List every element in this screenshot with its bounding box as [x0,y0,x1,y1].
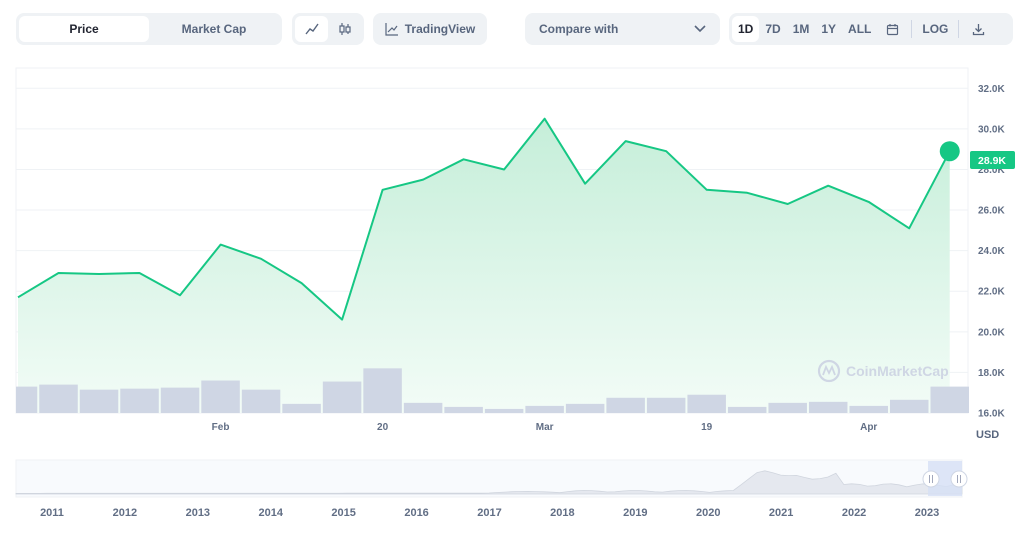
y-tick-label: 20.0K [978,327,1005,338]
navigator-handle-right[interactable] [950,470,968,488]
download-icon [972,23,985,35]
candlestick-button[interactable] [328,16,361,42]
volume-bar [444,406,483,413]
tradingview-button[interactable]: TradingView [373,13,487,45]
volume-bar [606,397,645,413]
volume-bar [930,386,969,413]
tradingview-label: TradingView [404,22,476,36]
y-tick-label: 22.0K [978,287,1005,298]
x-tick-label: Mar [536,422,554,433]
y-tick-label: 16.0K [978,409,1005,420]
price-tag: 28.9K [970,151,1015,169]
range-all-button[interactable]: ALL [842,16,877,42]
navigator-tick-label: 2011 [40,507,64,519]
currency-label: USD [976,429,1000,441]
navigator-tick-label: 2019 [623,507,647,519]
navigator-tick-label: 2014 [259,507,284,519]
chevron-down-icon [694,25,706,33]
log-scale-button[interactable]: LOG [916,16,954,42]
range-1y-button[interactable]: 1Y [815,16,842,42]
current-price-dot[interactable] [939,141,960,162]
volume-bar [79,389,119,413]
divider [958,20,960,38]
chart-mode-toggle [292,13,364,45]
y-axis: 32.0K30.0K28.0K26.0K24.0K22.0K20.0K18.0K… [978,84,1005,420]
navigator-tick-label: 2013 [186,507,210,519]
x-tick-label: Feb [212,422,230,433]
tab-market-cap[interactable]: Market Cap [149,16,279,42]
compare-with-dropdown[interactable]: Compare with [525,13,720,45]
price-tag-label: 28.9K [978,155,1006,167]
range-7d-button[interactable]: 7D [759,16,786,42]
x-tick-label: Apr [860,422,877,433]
navigator-tick-label: 2017 [477,507,501,519]
navigator-axis: 2011 2012 2013 2014 2015 2016 2017 2018 2019 2020… [40,507,939,519]
volume-bar [889,399,929,413]
volume-bar [484,408,524,413]
line-chart-icon [304,23,319,35]
navigator-tick-label: 2023 [915,507,939,519]
volume-bar [363,368,402,413]
volume-bar [808,401,848,413]
y-tick-label: 18.0K [978,368,1005,379]
volume-bar [120,388,159,413]
y-tick-label: 24.0K [978,246,1005,257]
calendar-icon [886,23,898,35]
y-tick-label: 32.0K [978,84,1005,95]
volume-bar [403,402,443,413]
date-picker-button[interactable] [877,16,907,42]
volume-bar [687,394,726,413]
volume-bar [39,384,78,413]
price-area [18,118,950,413]
navigator-tick-label: 2016 [404,507,428,519]
tab-price[interactable]: Price [19,16,149,42]
volume-bar [727,406,767,413]
compare-label: Compare with [539,22,619,36]
range-1m-button[interactable]: 1M [787,16,816,42]
volume-bar [160,387,200,413]
price-chart[interactable]: 32.0K30.0K28.0K26.0K24.0K22.0K20.0K18.0K… [0,60,1017,526]
x-tick-label: 19 [701,422,713,433]
volume-bar [646,397,686,413]
navigator-tick-label: 2022 [842,507,866,519]
download-button[interactable] [963,16,993,42]
volume-bar [849,405,888,413]
y-tick-label: 26.0K [978,206,1005,217]
volume-bar [16,386,38,413]
x-axis: Feb20Mar19Apr15May19Jun15 [212,422,878,433]
divider [911,20,913,38]
line-chart-button[interactable] [295,16,328,42]
navigator-tick-label: 2020 [696,507,720,519]
tradingview-icon [385,23,398,36]
volume-bar [565,403,605,413]
volume-bar [241,389,281,413]
volume-bar [525,405,564,413]
range-1d-button[interactable]: 1D [732,16,760,42]
navigator-handle-left[interactable] [922,470,940,488]
navigator-tick-label: 2015 [331,507,355,519]
volume-bar [282,403,321,413]
y-tick-label: 30.0K [978,124,1005,135]
navigator[interactable]: 2011 2012 2013 2014 2015 2016 2017 2018 2019 2020… [15,459,968,519]
price-marketcap-toggle: Price Market Cap [16,13,282,45]
candlestick-icon [338,23,351,35]
navigator-tick-label: 2021 [769,507,793,519]
volume-bar [768,402,807,413]
volume-bar [322,381,362,413]
x-tick-label: 20 [377,422,389,433]
navigator-tick-label: 2012 [113,507,137,519]
time-range-toggle: 1D 7D 1M 1Y ALL LOG [729,13,1013,45]
watermark-text: CoinMarketCap [846,363,949,379]
volume-bar [201,380,240,413]
chart-toolbar: Price Market Cap TradingView Compare wit… [16,13,1017,45]
navigator-tick-label: 2018 [550,507,574,519]
